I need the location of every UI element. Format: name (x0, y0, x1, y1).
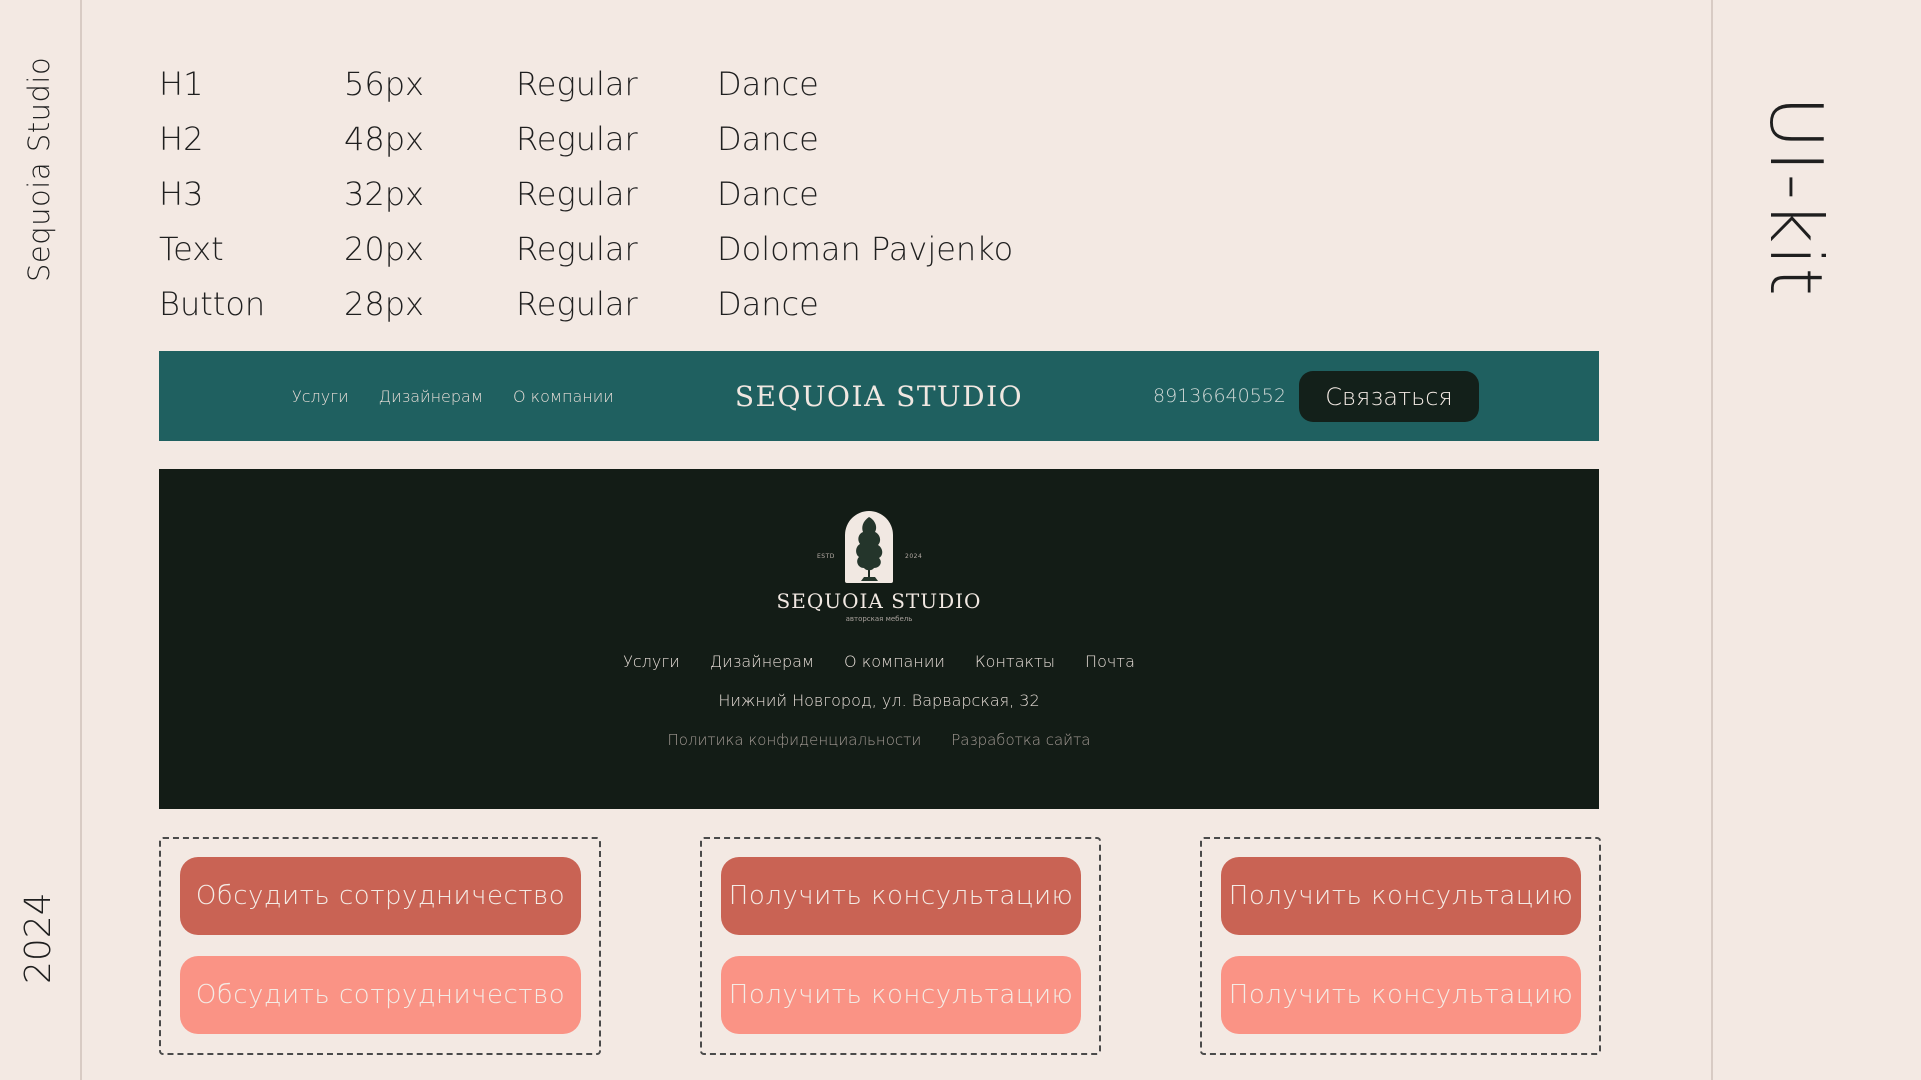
type-weight: Regular (516, 229, 638, 268)
header-phone[interactable]: 89136640552 (1153, 351, 1286, 441)
footer-logo[interactable]: SEQUOIA STUDIO (159, 589, 1599, 613)
get-consultation-button-hover[interactable]: Получить консультацию (1221, 956, 1581, 1034)
type-style: H2 (159, 119, 204, 158)
footer-nav-designers[interactable]: Дизайнерам (710, 652, 814, 671)
footer-nav-about[interactable]: О компании (844, 652, 945, 671)
footer-address: Нижний Новгород, ул. Варварская, 32 (718, 691, 1040, 710)
site-header: Услуги Дизайнерам О компании SEQUOIA STU… (159, 351, 1599, 441)
type-size: 48px (344, 119, 424, 158)
typography-row: H1 56px Regular Dance (159, 56, 1037, 111)
discuss-cooperation-button-hover[interactable]: Обсудить сотрудничество (180, 956, 581, 1034)
get-consultation-button[interactable]: Получить консультацию (1221, 857, 1581, 935)
footer-nav-services[interactable]: Услуги (623, 652, 680, 671)
footer-estd-label: ESTD (817, 553, 835, 560)
typography-table: H1 56px Regular Dance H2 48px Regular Da… (159, 56, 1037, 331)
sequoia-tree-icon (856, 517, 883, 581)
type-weight: Regular (516, 64, 638, 103)
type-weight: Regular (516, 174, 638, 213)
side-year-label: 2024 (18, 892, 59, 984)
type-weight: Regular (516, 119, 638, 158)
footer-nav-contacts[interactable]: Контакты (975, 652, 1055, 671)
button-group-consultation: Получить консультацию Получить консульта… (700, 837, 1101, 1055)
type-size: 20px (344, 229, 424, 268)
typography-row: Button 28px Regular Dance (159, 276, 1037, 331)
typography-row: Text 20px Regular Doloman Pavjenko (159, 221, 1037, 276)
type-font: Dance (717, 284, 819, 323)
type-size: 28px (344, 284, 424, 323)
contact-button[interactable]: Связаться (1299, 371, 1479, 422)
type-style: Button (159, 284, 266, 323)
footer-links: Политика конфиденциальности Разработка с… (159, 731, 1599, 749)
footer-nav: Услуги Дизайнерам О компании Контакты По… (159, 652, 1599, 671)
logo-arch (845, 511, 893, 583)
left-divider (80, 0, 82, 1080)
header-nav-designers[interactable]: Дизайнерам (379, 387, 483, 406)
type-weight: Regular (516, 284, 638, 323)
button-group-cooperation: Обсудить сотрудничество Обсудить сотрудн… (159, 837, 601, 1055)
get-consultation-button[interactable]: Получить консультацию (721, 857, 1081, 935)
button-group-consultation-alt: Получить консультацию Получить консульта… (1200, 837, 1601, 1055)
header-nav: Услуги Дизайнерам О компании (292, 351, 614, 441)
type-font: Dance (717, 174, 819, 213)
privacy-policy-link[interactable]: Политика конфиденциальности (667, 731, 921, 749)
footer-year-label: 2024 (905, 553, 923, 560)
site-development-link[interactable]: Разработка сайта (951, 731, 1090, 749)
type-style: H3 (159, 174, 204, 213)
typography-row: H2 48px Regular Dance (159, 111, 1037, 166)
type-font: Dance (717, 119, 819, 158)
type-font: Doloman Pavjenko (717, 229, 1014, 268)
discuss-cooperation-button[interactable]: Обсудить сотрудничество (180, 857, 581, 935)
typography-row: H3 32px Regular Dance (159, 166, 1037, 221)
header-nav-about[interactable]: О компании (513, 387, 614, 406)
type-style: H1 (159, 64, 204, 103)
header-nav-services[interactable]: Услуги (292, 387, 349, 406)
uikit-title: UI-kit (1754, 96, 1838, 298)
get-consultation-button-hover[interactable]: Получить консультацию (721, 956, 1081, 1034)
type-style: Text (159, 229, 224, 268)
type-size: 56px (344, 64, 424, 103)
type-font: Dance (717, 64, 819, 103)
right-divider (1711, 0, 1713, 1080)
site-footer: ESTD 2024 SEQUOIA STUDIO авторская мебел… (159, 469, 1599, 809)
side-brand-label: Sequoia Studio (22, 56, 56, 282)
footer-nav-mail[interactable]: Почта (1085, 652, 1135, 671)
footer-tagline: авторская мебель (845, 615, 913, 623)
type-size: 32px (344, 174, 424, 213)
